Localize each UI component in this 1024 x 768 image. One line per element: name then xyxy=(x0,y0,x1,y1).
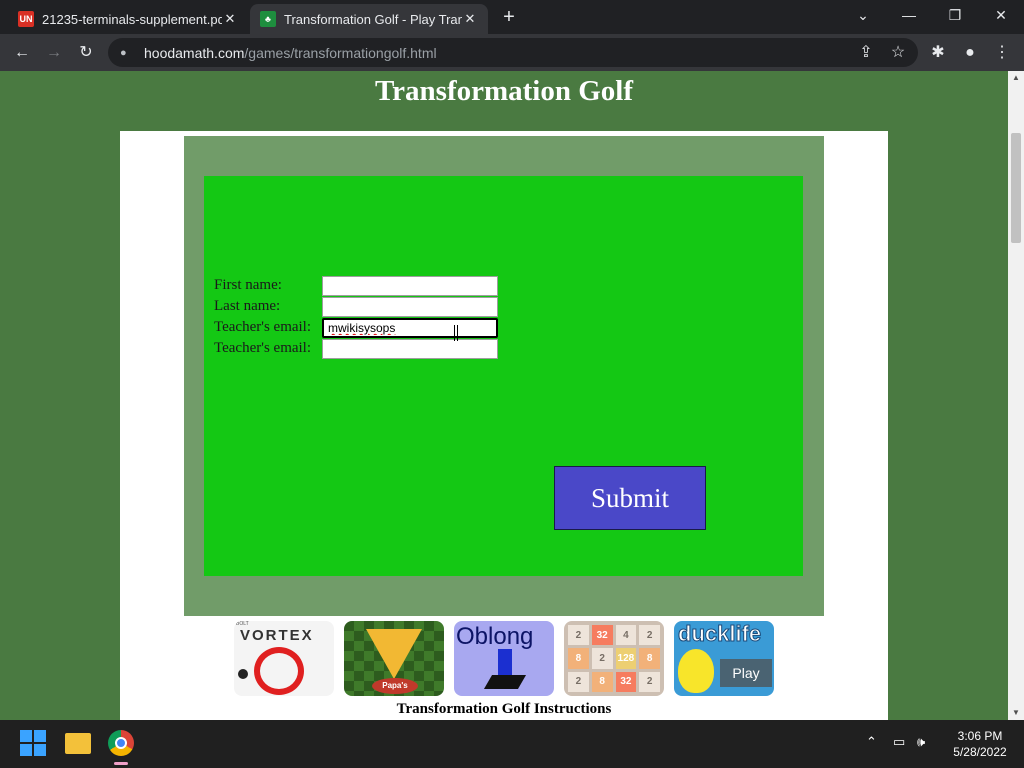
first-name-input[interactable] xyxy=(322,276,498,296)
tab-title: 21235-terminals-supplement.pdf xyxy=(42,11,222,27)
browser-toolbar: ← → ↻ ● hoodamath.com/games/transformati… xyxy=(0,34,1024,71)
active-app-indicator xyxy=(114,762,128,765)
tile-grid: 2 32 4 2 8 2 128 8 2 8 32 2 xyxy=(568,625,660,692)
text-cursor-icon xyxy=(454,325,458,341)
share-icon[interactable]: ⇪ xyxy=(853,40,879,66)
clock-date: 5/28/2022 xyxy=(953,745,1007,759)
chrome-icon[interactable] xyxy=(108,730,134,756)
tile: 32 xyxy=(591,625,613,646)
teacher-email-confirm-input[interactable] xyxy=(322,339,498,359)
tile: 8 xyxy=(568,648,589,669)
hoodamath-favicon-icon: ♣ xyxy=(260,11,276,27)
tab-strip: UN 21235-terminals-supplement.pdf ✕ ♣ Tr… xyxy=(0,0,1024,34)
instructions-heading: Transformation Golf Instructions xyxy=(396,701,612,717)
tab-search-button[interactable]: ⌄ xyxy=(840,0,886,32)
tile: 8 xyxy=(591,671,613,692)
system-clock[interactable]: 3:06 PM 5/28/2022 xyxy=(940,728,1020,760)
close-window-button[interactable]: ✕ xyxy=(978,0,1024,32)
scrollbar-thumb[interactable] xyxy=(1011,133,1021,243)
file-explorer-icon[interactable] xyxy=(65,733,91,754)
address-bar[interactable]: ● hoodamath.com/games/transformationgolf… xyxy=(108,38,918,67)
page-viewport: Transformation Golf First name: Last nam… xyxy=(0,71,1008,720)
minimize-button[interactable]: — xyxy=(886,0,932,32)
close-tab-icon[interactable]: ✕ xyxy=(222,11,238,27)
page-title: Transformation Golf xyxy=(374,75,634,107)
last-name-label: Last name: xyxy=(214,298,281,314)
tile: 128 xyxy=(615,648,637,669)
submit-button[interactable]: Submit xyxy=(554,466,706,530)
vortex-title: VORTEX xyxy=(240,627,314,644)
scroll-down-icon[interactable]: ▼ xyxy=(1008,706,1024,720)
network-icon[interactable]: ▭ xyxy=(893,734,905,750)
forward-button[interactable]: → xyxy=(41,40,67,66)
lock-icon: ● xyxy=(120,46,127,59)
tile: 2 xyxy=(639,625,660,646)
url-text: hoodamath.com/games/transformationgolf.h… xyxy=(144,45,918,61)
vortex-ball-icon xyxy=(238,669,248,679)
back-button[interactable]: ← xyxy=(9,40,35,66)
menu-icon[interactable]: ⋮ xyxy=(989,40,1015,66)
taskbar: ⌃ ▭ 🕪 3:06 PM 5/28/2022 xyxy=(0,720,1024,768)
teacher-email-confirm-row: Teacher's email: xyxy=(214,339,504,360)
tray-chevron-icon[interactable]: ⌃ xyxy=(866,734,877,750)
tile: 8 xyxy=(639,648,660,669)
game-thumb-vortex[interactable]: VORTEX BOLT xyxy=(234,621,334,696)
pdf-favicon-icon: UN xyxy=(18,11,34,27)
page-scrollbar[interactable]: ▲ ▼ xyxy=(1008,71,1024,720)
ducklife-title: ducklife xyxy=(677,621,762,647)
windows-start-icon[interactable] xyxy=(20,730,46,756)
duck-icon xyxy=(678,649,714,693)
teacher-email-row: Teacher's email: xyxy=(214,318,504,339)
game-thumb-papas-pizzeria[interactable]: Papa's Pizzeria xyxy=(344,621,444,696)
last-name-input[interactable] xyxy=(322,297,498,317)
url-path: /games/transformationgolf.html xyxy=(244,44,437,61)
first-name-row: First name: xyxy=(214,276,504,297)
last-name-row: Last name: xyxy=(214,297,504,318)
related-games: VORTEX BOLT Papa's Pizzeria Oblong 2 32 … xyxy=(234,621,774,696)
scroll-up-icon[interactable]: ▲ xyxy=(1008,71,1024,85)
papas-pizzeria-logo: Papa's Pizzeria xyxy=(372,678,418,694)
new-tab-button[interactable]: + xyxy=(497,6,521,30)
game-thumb-oblong[interactable]: Oblong xyxy=(454,621,554,696)
first-name-label: First name: xyxy=(214,277,282,293)
game-thumb-2048[interactable]: 2 32 4 2 8 2 128 8 2 8 32 2 xyxy=(564,621,664,696)
tile: 2 xyxy=(568,671,589,692)
profile-icon[interactable]: ● xyxy=(957,40,983,66)
ducklife-play-button[interactable]: Play xyxy=(720,659,772,687)
volume-icon[interactable]: 🕪 xyxy=(917,734,925,750)
tile: 4 xyxy=(615,625,637,646)
oblong-block-icon xyxy=(498,649,512,677)
tile: 2 xyxy=(568,625,589,646)
restore-button[interactable]: ❐ xyxy=(932,0,978,32)
tile: 32 xyxy=(615,671,637,692)
game-thumb-ducklife[interactable]: ducklife Play xyxy=(674,621,774,696)
vortex-corner-label: BOLT xyxy=(236,621,249,627)
teacher-email-confirm-label: Teacher's email: xyxy=(214,340,312,356)
bookmark-star-icon[interactable]: ☆ xyxy=(885,40,911,66)
url-host: hoodamath.com xyxy=(144,44,245,61)
clock-time: 3:06 PM xyxy=(957,729,1003,743)
game-frame: First name: Last name: Teacher's email: … xyxy=(184,136,824,616)
extensions-icon[interactable]: ✱ xyxy=(925,40,951,66)
teacher-email-label: Teacher's email: xyxy=(214,319,312,335)
tab-title: Transformation Golf - Play Transf xyxy=(284,11,462,27)
oblong-base-icon xyxy=(483,675,527,689)
tile: 2 xyxy=(639,671,660,692)
tab-pdf[interactable]: UN 21235-terminals-supplement.pdf ✕ xyxy=(8,4,248,34)
tile: 2 xyxy=(591,648,613,669)
vortex-ring-icon xyxy=(254,647,304,695)
oblong-title: Oblong xyxy=(456,623,534,650)
pizza-slice-icon xyxy=(366,629,422,679)
reload-button[interactable]: ↻ xyxy=(73,40,99,66)
teacher-email-input[interactable] xyxy=(322,318,498,338)
close-tab-icon[interactable]: ✕ xyxy=(462,11,478,27)
game-canvas[interactable]: First name: Last name: Teacher's email: … xyxy=(204,176,803,576)
tab-transformation-golf[interactable]: ♣ Transformation Golf - Play Transf ✕ xyxy=(250,4,488,34)
